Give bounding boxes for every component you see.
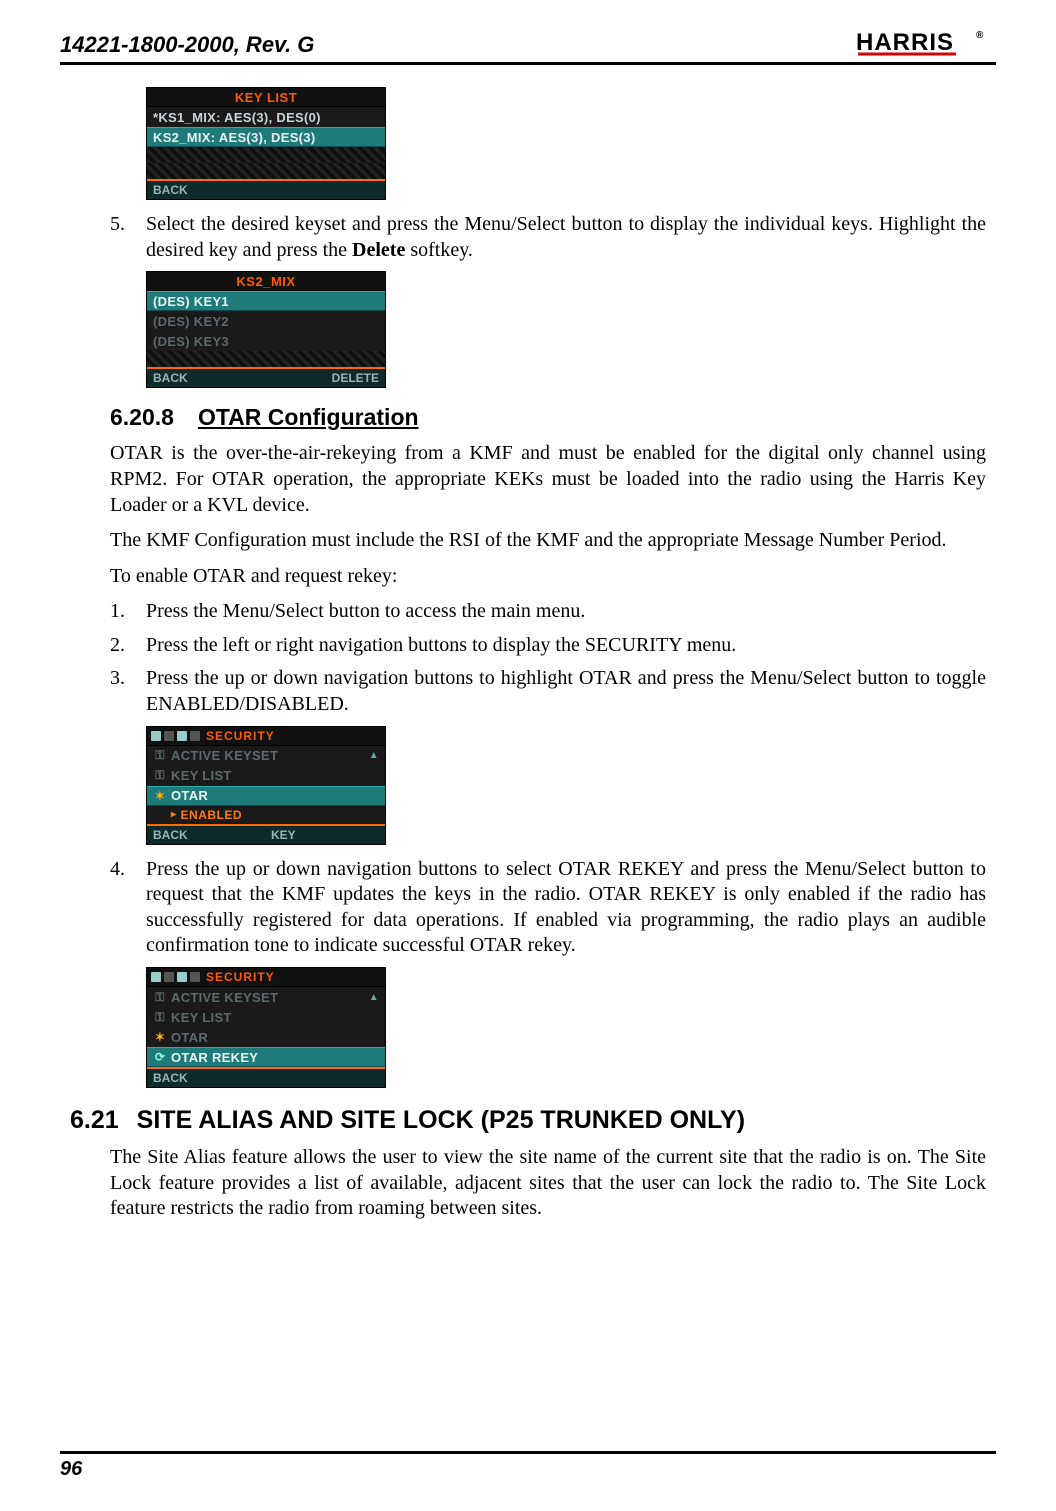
list-item: (DES) KEY3 <box>147 331 385 351</box>
paragraph: OTAR is the over-the-air-rekeying from a… <box>110 441 986 518</box>
softkey-bar: BACK KEY <box>147 824 385 844</box>
softkey-back: BACK <box>153 183 188 197</box>
signal-icon <box>151 731 161 741</box>
otar-status: ENABLED <box>147 806 385 824</box>
softkey-mid: KEY <box>271 828 296 842</box>
gear-icon <box>190 972 200 982</box>
chevron-up-icon: ▲ <box>365 992 379 1003</box>
softkey-bar: BACK DELETE <box>147 367 385 387</box>
list-item: ⚿ KEY LIST <box>147 1007 385 1027</box>
heading-6-20-8: 6.20.8OTAR Configuration <box>110 404 986 431</box>
softkey-back: BACK <box>153 371 188 385</box>
step-2: Press the left or right navigation butto… <box>110 633 986 659</box>
softkey-bar: BACK <box>147 1067 385 1087</box>
status-icons <box>151 972 200 982</box>
page-number: 96 <box>60 1458 82 1480</box>
key-icon: ⚿ <box>153 748 167 763</box>
texture-row <box>147 147 385 163</box>
step-1: Press the Menu/Select button to access t… <box>110 599 986 625</box>
list-item-selected: ✶ OTAR <box>147 786 385 806</box>
softkey-bar: BACK <box>147 179 385 199</box>
paragraph: The KMF Configuration must include the R… <box>110 528 986 554</box>
softkey-back: BACK <box>153 1071 188 1085</box>
signal-icon <box>151 972 161 982</box>
radio-screen-keylist: KEY LIST *KS1_MIX: AES(3), DES(0) KS2_MI… <box>146 87 386 200</box>
softkey-delete: DELETE <box>332 371 379 385</box>
texture-row <box>147 351 385 367</box>
list-item: ⚿ ACTIVE KEYSET ▲ <box>147 746 385 766</box>
step-4: Press the up or down navigation buttons … <box>110 857 986 959</box>
screen-title: KEY LIST <box>151 90 381 105</box>
otar-icon: ✶ <box>153 789 167 803</box>
radio-screen-security-rekey: SECURITY ⚿ ACTIVE KEYSET ▲ ⚿ KEY LIST ✶ … <box>146 967 386 1088</box>
key-icon: ⚿ <box>153 768 167 783</box>
screen-title: SECURITY <box>206 729 275 743</box>
list-item-selected: KS2_MIX: AES(3), DES(3) <box>147 127 385 147</box>
step-5: Select the desired keyset and press the … <box>110 212 986 263</box>
screen-title: KS2_MIX <box>151 274 381 289</box>
chevron-up-icon: ▲ <box>365 750 379 761</box>
logo-text: HARRIS <box>856 29 954 56</box>
softkey-back: BACK <box>153 828 188 842</box>
page-header: 14221-1800-2000, Rev. G HARRIS ® <box>60 26 996 65</box>
battery-icon <box>164 731 174 741</box>
list-item: ✶ OTAR <box>147 1027 385 1047</box>
list-item: *KS1_MIX: AES(3), DES(0) <box>147 107 385 127</box>
step-3: Press the up or down navigation buttons … <box>110 666 986 717</box>
radio-screen-security-otar: SECURITY ⚿ ACTIVE KEYSET ▲ ⚿ KEY LIST ✶ … <box>146 726 386 845</box>
paragraph: To enable OTAR and request rekey: <box>110 564 986 590</box>
gear-icon <box>190 731 200 741</box>
page-footer: 96 <box>60 1451 996 1481</box>
list-item-selected: ⟳ OTAR REKEY <box>147 1047 385 1067</box>
otar-icon: ✶ <box>153 1030 167 1044</box>
list-item: ⚿ ACTIVE KEYSET ▲ <box>147 987 385 1007</box>
battery-icon <box>164 972 174 982</box>
list-item-selected: (DES) KEY1 <box>147 291 385 311</box>
paragraph: The Site Alias feature allows the user t… <box>110 1145 986 1222</box>
list-item: ⚿ KEY LIST <box>147 766 385 786</box>
list-item: (DES) KEY2 <box>147 311 385 331</box>
svg-text:®: ® <box>976 30 984 41</box>
screen-title: SECURITY <box>206 970 275 984</box>
speaker-icon <box>177 972 187 982</box>
speaker-icon <box>177 731 187 741</box>
key-icon: ⚿ <box>153 990 167 1005</box>
texture-row <box>147 163 385 179</box>
rekey-icon: ⟳ <box>153 1050 167 1064</box>
radio-screen-ks2mix: KS2_MIX (DES) KEY1 (DES) KEY2 (DES) KEY3… <box>146 271 386 388</box>
status-icons <box>151 731 200 741</box>
key-icon: ⚿ <box>153 1010 167 1025</box>
doc-id: 14221-1800-2000, Rev. G <box>60 32 314 58</box>
heading-6-21: 6.21SITE ALIAS AND SITE LOCK (P25 TRUNKE… <box>70 1106 986 1135</box>
harris-logo: HARRIS ® <box>856 26 996 58</box>
